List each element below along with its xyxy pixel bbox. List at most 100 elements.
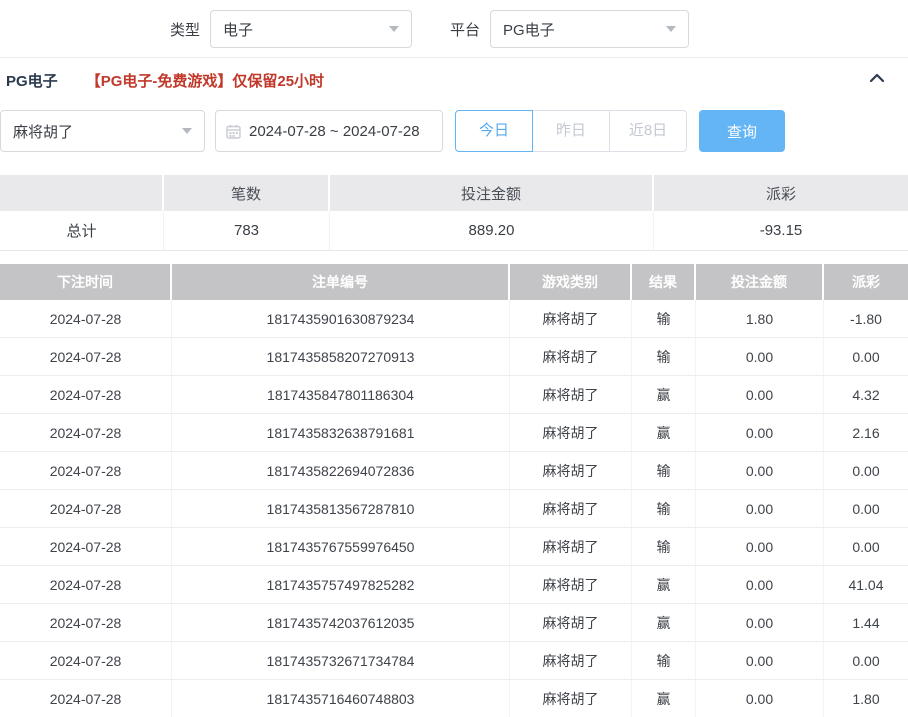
order-number-cell: 1817435832638791681 <box>172 414 510 452</box>
summary-header-row: 笔数 投注金额 派彩 <box>0 175 908 211</box>
header-bet-time: 下注时间 <box>0 264 172 300</box>
result-cell: 赢 <box>632 680 696 717</box>
payout-cell: 0.00 <box>824 490 908 528</box>
summary-total-row: 总计 783 889.20 -93.15 <box>0 211 908 251</box>
bet-time-cell: 2024-07-28 <box>0 680 172 717</box>
table-row: 2024-07-281817435757497825282麻将胡了赢0.0041… <box>0 566 908 604</box>
table-row: 2024-07-281817435822694072836麻将胡了输0.000.… <box>0 452 908 490</box>
payout-cell: 1.44 <box>824 604 908 642</box>
bet-time-cell: 2024-07-28 <box>0 642 172 680</box>
payout-cell: 1.80 <box>824 680 908 717</box>
table-row: 2024-07-281817435901630879234麻将胡了输1.80-1… <box>0 300 908 338</box>
payout-cell: 4.32 <box>824 376 908 414</box>
result-cell: 输 <box>632 642 696 680</box>
table-row: 2024-07-281817435847801186304麻将胡了赢0.004.… <box>0 376 908 414</box>
top-filter-bar: 类型 电子 平台 PG电子 <box>170 0 908 48</box>
summary-bet-amount-value: 889.20 <box>330 211 654 251</box>
game-select-value: 麻将胡了 <box>13 121 73 142</box>
table-row: 2024-07-281817435742037612035麻将胡了赢0.001.… <box>0 604 908 642</box>
game-type-cell: 麻将胡了 <box>510 604 632 642</box>
type-select-value: 电子 <box>223 19 253 40</box>
bet-amount-cell: 0.00 <box>696 376 824 414</box>
bet-amount-cell: 0.00 <box>696 604 824 642</box>
last8days-button[interactable]: 近8日 <box>609 110 687 152</box>
header-game-type: 游戏类别 <box>510 264 632 300</box>
game-select[interactable]: 麻将胡了 <box>0 110 205 152</box>
bet-records-table: 下注时间 注单编号 游戏类别 结果 投注金额 派彩 2024-07-281817… <box>0 264 908 717</box>
section-title: PG电子 <box>6 70 58 91</box>
order-number-cell: 1817435742037612035 <box>172 604 510 642</box>
type-select[interactable]: 电子 <box>210 10 412 48</box>
bet-table-header-row: 下注时间 注单编号 游戏类别 结果 投注金额 派彩 <box>0 264 908 300</box>
section-header: PG电子 【PG电子-免费游戏】仅保留25小时 <box>0 57 908 102</box>
game-type-cell: 麻将胡了 <box>510 452 632 490</box>
bet-amount-cell: 0.00 <box>696 528 824 566</box>
game-type-cell: 麻将胡了 <box>510 528 632 566</box>
game-type-cell: 麻将胡了 <box>510 376 632 414</box>
table-row: 2024-07-281817435813567287810麻将胡了输0.000.… <box>0 490 908 528</box>
platform-select[interactable]: PG电子 <box>490 10 689 48</box>
game-type-cell: 麻将胡了 <box>510 338 632 376</box>
summary-payout-value: -93.15 <box>654 211 908 251</box>
summary-header-payout: 派彩 <box>654 175 908 211</box>
bet-amount-cell: 0.00 <box>696 338 824 376</box>
table-row: 2024-07-281817435858207270913麻将胡了输0.000.… <box>0 338 908 376</box>
payout-cell: -1.80 <box>824 300 908 338</box>
summary-total-label: 总计 <box>0 211 164 251</box>
chevron-up-icon <box>868 71 886 90</box>
bet-time-cell: 2024-07-28 <box>0 376 172 414</box>
payout-cell: 41.04 <box>824 566 908 604</box>
bet-amount-cell: 0.00 <box>696 414 824 452</box>
payout-cell: 0.00 <box>824 452 908 490</box>
game-type-cell: 麻将胡了 <box>510 300 632 338</box>
bet-time-cell: 2024-07-28 <box>0 566 172 604</box>
result-cell: 赢 <box>632 414 696 452</box>
payout-cell: 0.00 <box>824 642 908 680</box>
order-number-cell: 1817435767559976450 <box>172 528 510 566</box>
table-row: 2024-07-281817435832638791681麻将胡了赢0.002.… <box>0 414 908 452</box>
game-type-cell: 麻将胡了 <box>510 414 632 452</box>
header-result: 结果 <box>632 264 696 300</box>
order-number-cell: 1817435858207270913 <box>172 338 510 376</box>
bet-amount-cell: 0.00 <box>696 566 824 604</box>
result-cell: 输 <box>632 452 696 490</box>
game-type-cell: 麻将胡了 <box>510 642 632 680</box>
result-cell: 赢 <box>632 604 696 642</box>
game-type-cell: 麻将胡了 <box>510 490 632 528</box>
result-cell: 赢 <box>632 566 696 604</box>
header-order-number: 注单编号 <box>172 264 510 300</box>
caret-down-icon <box>182 128 192 134</box>
bet-amount-cell: 0.00 <box>696 642 824 680</box>
platform-select-value: PG电子 <box>503 19 555 40</box>
yesterday-button[interactable]: 昨日 <box>532 110 610 152</box>
bet-amount-cell: 1.80 <box>696 300 824 338</box>
bet-amount-cell: 0.00 <box>696 452 824 490</box>
summary-header-count: 笔数 <box>164 175 330 211</box>
collapse-toggle[interactable] <box>868 71 886 90</box>
date-range-value: 2024-07-28 ~ 2024-07-28 <box>249 123 420 140</box>
bet-time-cell: 2024-07-28 <box>0 300 172 338</box>
bet-amount-cell: 0.00 <box>696 490 824 528</box>
today-button[interactable]: 今日 <box>455 110 533 152</box>
game-type-cell: 麻将胡了 <box>510 566 632 604</box>
calendar-icon <box>226 124 241 139</box>
result-cell: 输 <box>632 528 696 566</box>
search-button[interactable]: 查询 <box>699 110 785 152</box>
order-number-cell: 1817435813567287810 <box>172 490 510 528</box>
order-number-cell: 1817435901630879234 <box>172 300 510 338</box>
caret-down-icon <box>666 26 676 32</box>
summary-header-blank <box>0 175 164 211</box>
header-bet-amount: 投注金额 <box>696 264 824 300</box>
payout-cell: 0.00 <box>824 528 908 566</box>
bet-time-cell: 2024-07-28 <box>0 490 172 528</box>
date-shortcut-group: 今日 昨日 近8日 <box>455 110 687 152</box>
table-row: 2024-07-281817435767559976450麻将胡了输0.000.… <box>0 528 908 566</box>
order-number-cell: 1817435716460748803 <box>172 680 510 717</box>
caret-down-icon <box>389 26 399 32</box>
order-number-cell: 1817435732671734784 <box>172 642 510 680</box>
platform-label: 平台 <box>450 19 480 40</box>
date-range-input[interactable]: 2024-07-28 ~ 2024-07-28 <box>215 110 443 152</box>
section-notice: 【PG电子-免费游戏】仅保留25小时 <box>86 70 324 91</box>
payout-cell: 0.00 <box>824 338 908 376</box>
type-label: 类型 <box>170 19 200 40</box>
